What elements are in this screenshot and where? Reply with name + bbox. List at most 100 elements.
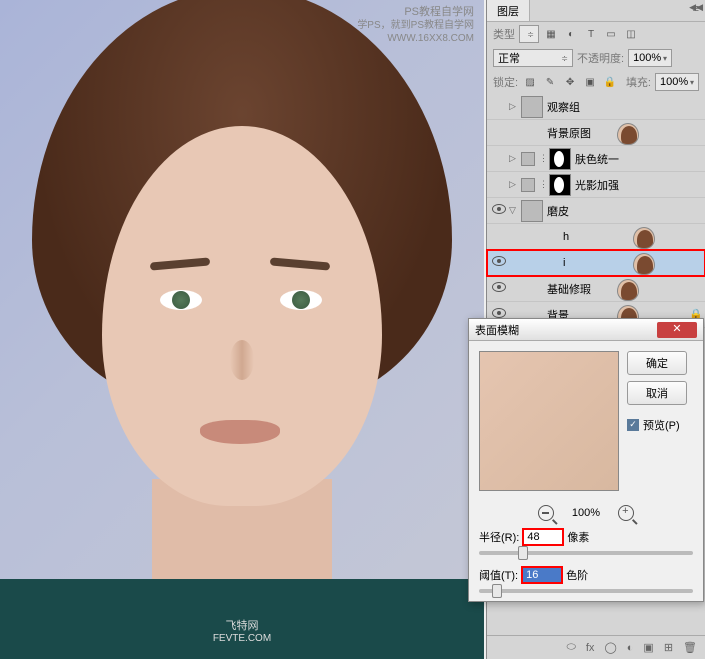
group-icon[interactable]: ▣ [643,641,653,654]
portrait-lips [200,420,280,444]
layer-row[interactable]: 背景原图 [487,120,705,146]
layer-thumbnail[interactable] [617,123,639,145]
watermark-line: 飞特网 [213,617,271,633]
dialog-title: 表面模糊 [475,322,519,338]
layer-row[interactable]: i [487,250,705,276]
layer-row[interactable]: ▷ ⋮ 光影加强 [487,172,705,198]
fill-label: 填充: [626,74,651,90]
fill-select[interactable]: 100%▾ [655,73,699,91]
visibility-toggle[interactable] [489,282,509,295]
visibility-icon[interactable] [492,308,506,318]
ok-button[interactable]: 确定 [627,351,687,375]
zoom-in-icon[interactable] [618,505,634,521]
watermark-line: PS教程自学网 [357,5,474,19]
layer-row[interactable]: ▷ 观察组 [487,94,705,120]
lock-paint-icon[interactable]: ✎ [542,74,558,90]
new-layer-icon[interactable]: ⊞ [664,641,673,654]
zoom-value: 100% [572,507,600,519]
visibility-icon[interactable] [492,282,506,292]
close-icon[interactable]: ✕ [657,322,697,338]
adjustment-layer-icon[interactable]: ◐ [627,642,634,654]
link-icon: ⋮ [539,153,549,164]
threshold-input[interactable]: 16 [522,567,562,583]
lock-label: 锁定: [493,74,518,90]
visibility-toggle[interactable] [489,204,509,217]
cancel-button[interactable]: 取消 [627,381,687,405]
layer-name[interactable]: 观察组 [547,99,703,115]
layer-thumbnail[interactable] [521,200,543,222]
tab-layers[interactable]: 图层 [487,0,530,21]
surface-blur-dialog: 表面模糊 ✕ 确定 取消 ✓ 预览(P) 100% 半径(R): 48 像素 阈… [468,318,704,602]
threshold-unit: 色阶 [566,567,588,583]
opacity-label: 不透明度: [577,50,624,66]
panel-tabs: 图层 ≡ [487,0,705,22]
layer-thumbnail[interactable] [633,227,655,249]
preview-checkbox[interactable]: ✓ 预览(P) [627,417,687,433]
layer-name[interactable]: 光影加强 [575,177,703,193]
threshold-slider[interactable] [479,589,693,593]
portrait-eye [280,290,322,310]
lock-all-icon[interactable]: 🔒 [602,74,618,90]
filter-adjust-icon[interactable]: ◐ [563,26,579,42]
lock-transparent-icon[interactable]: ▨ [522,74,538,90]
lock-position-icon[interactable]: ✥ [562,74,578,90]
layer-row[interactable]: ▷ ⋮ 肤色统一 [487,146,705,172]
link-layers-icon[interactable]: ⬭ [566,641,575,654]
document-canvas[interactable]: PS教程自学网 学PS，就到PS教程自学网 WWW.16XX8.COM 飞特网 … [0,0,484,659]
layer-thumbnail[interactable] [521,96,543,118]
visibility-icon[interactable] [492,256,506,266]
twirl-icon[interactable]: ▷ [509,179,521,190]
panel-footer: ⬭ fx ◯ ◐ ▣ ⊞ 🗑 [487,635,705,659]
layer-row[interactable]: 基础修瑕 [487,276,705,302]
threshold-label: 阈值(T): [479,567,518,583]
radius-label: 半径(R): [479,529,519,545]
layer-row[interactable]: h [487,224,705,250]
radius-unit: 像素 [567,529,589,545]
collapse-icon[interactable]: ◀◀ [689,2,703,13]
layer-name[interactable]: 肤色统一 [575,151,703,167]
opacity-select[interactable]: 100%▾ [628,49,672,67]
dialog-preview[interactable] [479,351,619,491]
blend-mode-value: 正常 [498,50,520,66]
twirl-icon[interactable]: ▷ [509,153,521,164]
filter-pixel-icon[interactable]: ▦ [543,26,559,42]
extra-thumb [521,152,535,166]
layer-fx-icon[interactable]: fx [586,642,595,654]
checkbox-icon: ✓ [627,419,639,431]
watermark-line: FEVTE.COM [213,633,271,644]
twirl-icon[interactable]: ▽ [509,205,521,216]
delete-layer-icon[interactable]: 🗑 [683,641,697,654]
preview-label: 预览(P) [643,417,680,433]
portrait-eye [160,290,202,310]
layer-row[interactable]: ▽ 磨皮 [487,198,705,224]
opacity-value: 100% [633,52,661,64]
twirl-icon[interactable]: ▷ [509,101,521,112]
visibility-toggle[interactable] [489,256,509,269]
layers-list: ▷观察组背景原图▷⋮肤色统一▷⋮光影加强▽磨皮hi基础修瑕背景🔒 [487,94,705,328]
filter-smart-icon[interactable]: ◫ [623,26,639,42]
layer-thumbnail[interactable] [633,253,655,275]
filter-shape-icon[interactable]: ▭ [603,26,619,42]
layer-mask-icon[interactable]: ◯ [604,641,616,654]
radius-slider[interactable] [479,551,693,555]
watermark-top: PS教程自学网 学PS，就到PS教程自学网 WWW.16XX8.COM [357,5,474,45]
lock-artboard-icon[interactable]: ▣ [582,74,598,90]
radius-input[interactable]: 48 [523,529,563,545]
layer-thumbnail[interactable] [549,148,571,170]
fill-value: 100% [660,76,688,88]
layer-thumbnail[interactable] [549,174,571,196]
portrait-nose [230,340,254,380]
zoom-out-icon[interactable] [538,505,554,521]
filter-type-select[interactable]: ≑ [519,25,539,43]
visibility-icon[interactable] [492,204,506,214]
extra-thumb [521,178,535,192]
link-icon: ⋮ [539,179,549,190]
layer-name[interactable]: 磨皮 [547,203,703,219]
layer-thumbnail[interactable] [617,279,639,301]
watermark-bottom: 飞特网 FEVTE.COM [213,617,271,644]
watermark-line: 学PS，就到PS教程自学网 [357,19,474,32]
filter-text-icon[interactable]: T [583,26,599,42]
blend-mode-select[interactable]: 正常≑ [493,49,573,67]
watermark-line: WWW.16XX8.COM [357,32,474,45]
dialog-titlebar[interactable]: 表面模糊 ✕ [469,319,703,341]
